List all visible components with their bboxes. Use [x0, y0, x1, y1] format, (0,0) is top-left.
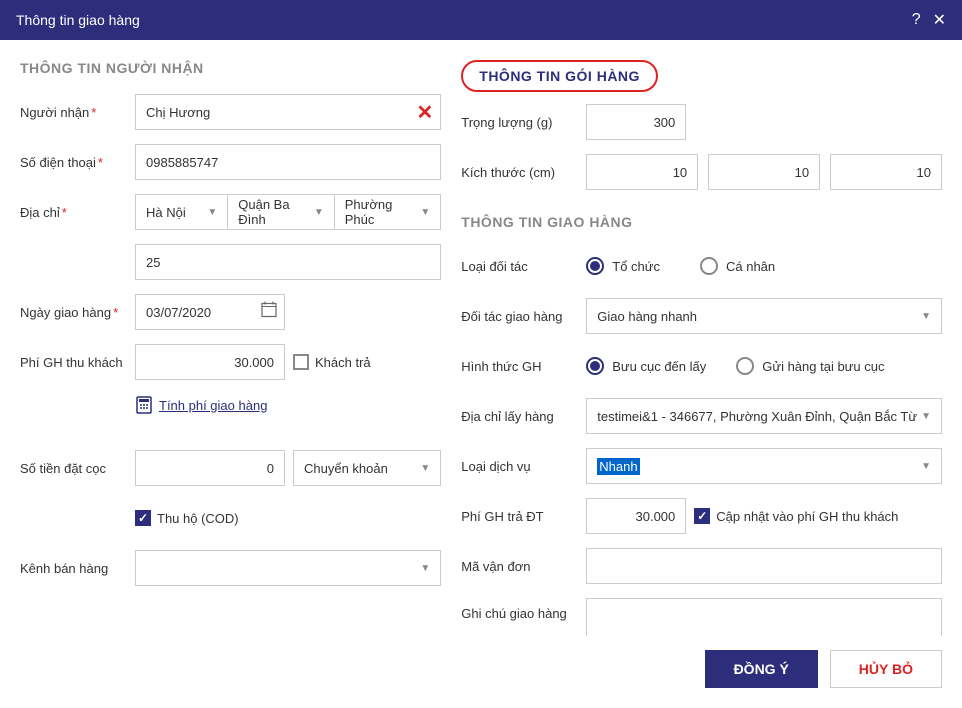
- recipient-input[interactable]: [135, 94, 441, 130]
- calculate-fee-link[interactable]: Tính phí giao hàng: [159, 398, 267, 413]
- partner-fee-label: Phí GH trả ĐT: [461, 509, 586, 524]
- district-select[interactable]: Quận Ba Đình▼: [227, 194, 334, 230]
- calendar-icon[interactable]: [261, 302, 277, 323]
- calculator-icon: [135, 396, 153, 414]
- partner-type-label: Loại đối tác: [461, 259, 586, 274]
- customer-fee-input[interactable]: [135, 344, 285, 380]
- weight-input[interactable]: [586, 104, 686, 140]
- customer-fee-label: Phí GH thu khách: [20, 355, 135, 370]
- channel-select[interactable]: ▼: [135, 550, 441, 586]
- cod-checkbox[interactable]: Thu hộ (COD): [135, 510, 239, 526]
- deposit-label: Số tiền đặt cọc: [20, 461, 135, 476]
- package-column: THÔNG TIN GÓI HÀNG Trọng lượng (g) Kích …: [461, 60, 942, 626]
- dialog-footer: ĐỒNG Ý HỦY BỎ: [0, 636, 962, 708]
- titlebar: Thông tin giao hàng ? ✕: [0, 0, 962, 40]
- phone-label: Số điện thoại*: [20, 155, 135, 170]
- recipient-column: THÔNG TIN NGƯỜI NHẬN Người nhận* ✕ Số đi…: [20, 60, 441, 626]
- city-select[interactable]: Hà Nội▼: [135, 194, 227, 230]
- service-type-select[interactable]: Nhanh▼: [586, 448, 942, 484]
- dialog-title: Thông tin giao hàng: [16, 12, 900, 28]
- delivery-info-dialog: Thông tin giao hàng ? ✕ THÔNG TIN NGƯỜI …: [0, 0, 962, 708]
- dialog-content: THÔNG TIN NGƯỜI NHẬN Người nhận* ✕ Số đi…: [0, 40, 962, 636]
- dimensions-label: Kích thước (cm): [461, 165, 586, 180]
- street-input[interactable]: [135, 244, 441, 280]
- dim-height-input[interactable]: [830, 154, 942, 190]
- ok-button[interactable]: ĐỒNG Ý: [705, 650, 818, 688]
- partner-select[interactable]: Giao hàng nhanh▼: [586, 298, 942, 334]
- sync-fee-checkbox[interactable]: Cập nhật vào phí GH thu khách: [694, 508, 898, 524]
- pickup-address-select[interactable]: testimei&1 - 346677, Phường Xuân Đỉnh, Q…: [586, 398, 942, 434]
- address-label: Địa chỉ*: [20, 205, 135, 220]
- package-section-header: THÔNG TIN GÓI HÀNG: [461, 60, 658, 92]
- delivery-date-label: Ngày giao hàng*: [20, 305, 135, 320]
- partner-label: Đối tác giao hàng: [461, 309, 586, 324]
- dim-width-input[interactable]: [708, 154, 820, 190]
- partner-type-individual-radio[interactable]: Cá nhân: [700, 257, 775, 275]
- help-icon[interactable]: ?: [912, 11, 921, 29]
- pickup-address-label: Địa chỉ lấy hàng: [461, 409, 586, 424]
- partner-fee-input[interactable]: [586, 498, 686, 534]
- method-dropoff-radio[interactable]: Gửi hàng tại bưu cục: [736, 357, 884, 375]
- ward-select[interactable]: Phường Phúc▼: [334, 194, 442, 230]
- ship-method-label: Hình thức GH: [461, 359, 586, 374]
- dim-length-input[interactable]: [586, 154, 698, 190]
- deposit-input[interactable]: [135, 450, 285, 486]
- shipping-section-header: THÔNG TIN GIAO HÀNG: [461, 214, 942, 230]
- recipient-label: Người nhận*: [20, 105, 135, 120]
- partner-type-org-radio[interactable]: Tổ chức: [586, 257, 660, 275]
- channel-label: Kênh bán hàng: [20, 561, 135, 576]
- weight-label: Trọng lượng (g): [461, 115, 586, 130]
- tracking-label: Mã vận đơn: [461, 559, 586, 574]
- cancel-button[interactable]: HỦY BỎ: [830, 650, 942, 688]
- recipient-section-header: THÔNG TIN NGƯỜI NHẬN: [20, 60, 441, 76]
- method-pickup-radio[interactable]: Bưu cục đến lấy: [586, 357, 706, 375]
- phone-input[interactable]: [135, 144, 441, 180]
- close-icon[interactable]: ✕: [933, 10, 946, 30]
- clear-recipient-icon[interactable]: ✕: [417, 100, 434, 125]
- tracking-input[interactable]: [586, 548, 942, 584]
- deposit-method-select[interactable]: Chuyển khoản▼: [293, 450, 441, 486]
- notes-label: Ghi chú giao hàng: [461, 598, 586, 621]
- customer-pays-checkbox[interactable]: Khách trả: [293, 354, 371, 370]
- service-type-label: Loại dịch vụ: [461, 459, 586, 474]
- notes-textarea[interactable]: [586, 598, 942, 636]
